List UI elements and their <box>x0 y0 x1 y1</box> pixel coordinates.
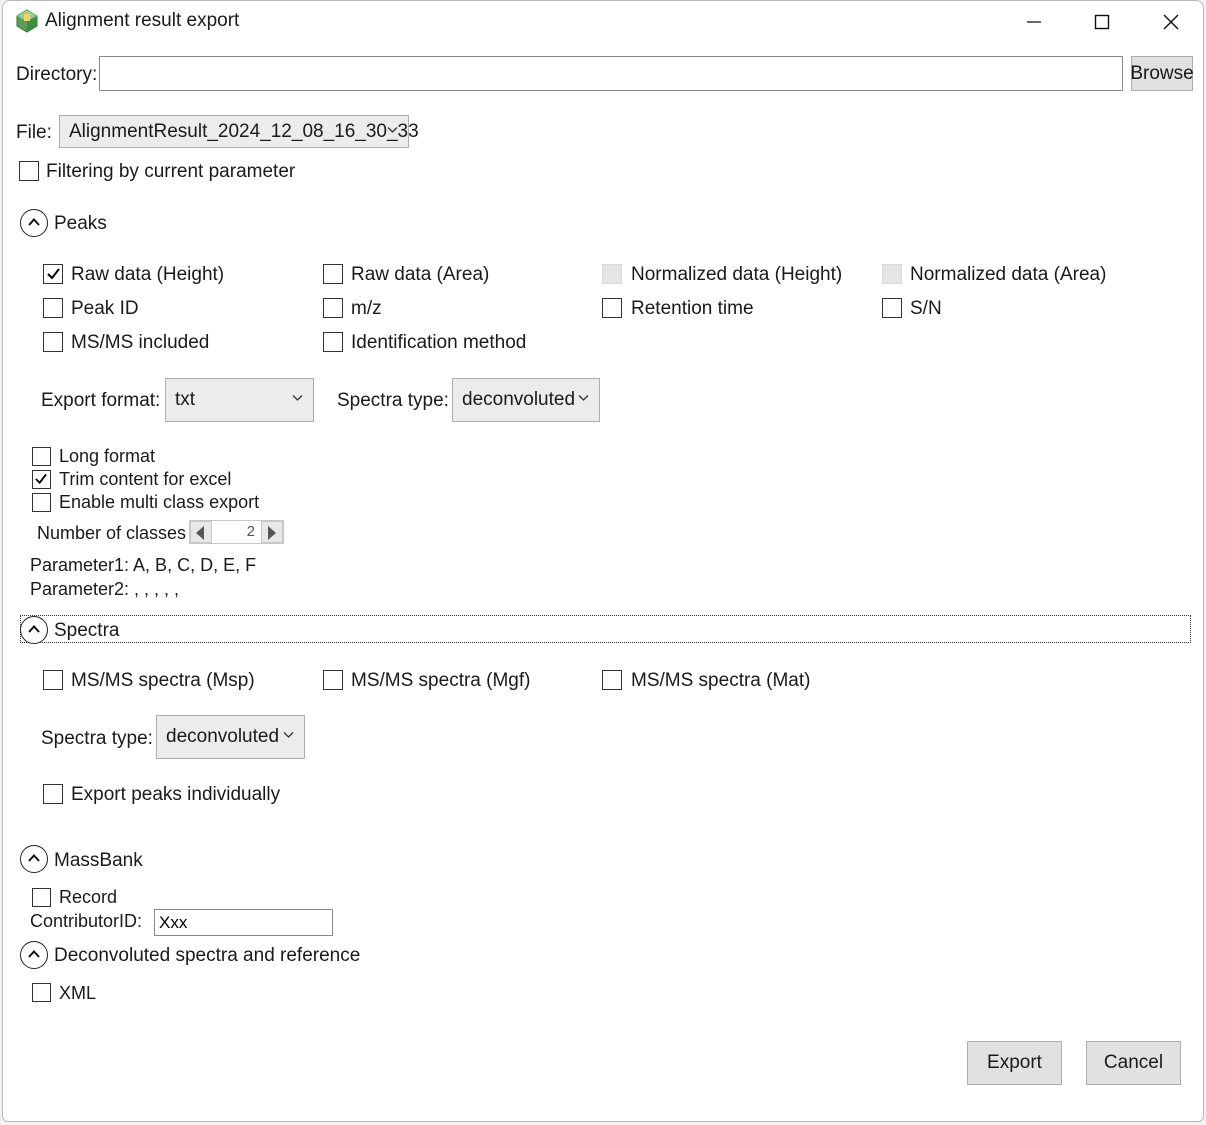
decrement-button[interactable] <box>190 521 212 543</box>
export-dialog: Alignment result export Directory: Brows… <box>2 0 1204 1122</box>
deconvoluted-header: Deconvoluted spectra and reference <box>54 945 361 966</box>
mz-checkbox[interactable] <box>323 298 343 318</box>
filtering-label: Filtering by current parameter <box>46 161 296 182</box>
arrow-left-icon <box>196 526 204 540</box>
peak-id-label: Peak ID <box>71 298 139 319</box>
chevron-up-icon <box>28 625 40 633</box>
file-select-value: AlignmentResult_2024_12_08_16_30_33 <box>69 120 419 142</box>
chevron-down-icon <box>283 732 294 738</box>
maximize-icon <box>1094 14 1110 30</box>
raw-height-checkbox[interactable] <box>43 264 63 284</box>
msms-included-label: MS/MS included <box>71 332 210 353</box>
num-classes-value[interactable]: 2 <box>247 523 255 540</box>
peaks-header: Peaks <box>54 213 107 234</box>
peaks-spectra-type-label: Spectra type: <box>337 390 449 411</box>
sn-checkbox[interactable] <box>882 298 902 318</box>
maximize-button[interactable] <box>1067 1 1137 43</box>
cancel-button[interactable]: Cancel <box>1086 1041 1181 1085</box>
num-classes-label: Number of classes <box>37 523 187 543</box>
checkmark-icon <box>35 473 47 485</box>
contributor-input-box[interactable] <box>154 909 333 936</box>
identification-method-checkbox[interactable] <box>323 332 343 352</box>
record-label: Record <box>59 887 118 907</box>
peaks-spectra-type-value: deconvoluted <box>462 389 576 410</box>
spectra-type-select[interactable]: deconvoluted <box>156 715 305 759</box>
xml-checkbox[interactable] <box>32 983 51 1002</box>
multi-class-label: Enable multi class export <box>59 492 260 512</box>
trim-excel-label: Trim content for excel <box>59 469 232 489</box>
chevron-up-icon <box>28 854 40 862</box>
chevron-down-icon <box>578 395 589 401</box>
export-format-value: txt <box>175 389 196 410</box>
spectra-header: Spectra <box>54 620 120 641</box>
directory-label: Directory: <box>16 64 98 85</box>
num-classes-stepper[interactable]: 2 <box>189 520 284 544</box>
normalized-area-label: Normalized data (Area) <box>910 264 1107 285</box>
parameter1-text: Parameter1: A, B, C, D, E, F <box>30 555 257 575</box>
msms-included-checkbox[interactable] <box>43 332 63 352</box>
mz-label: m/z <box>351 298 382 319</box>
chevron-up-icon <box>28 218 40 226</box>
window-title: Alignment result export <box>45 10 240 31</box>
file-select[interactable]: AlignmentResult_2024_12_08_16_30_33 <box>59 115 419 148</box>
directory-input-box[interactable] <box>99 56 1123 91</box>
peaks-spectra-type-select[interactable]: deconvoluted <box>452 378 600 422</box>
mat-checkbox[interactable] <box>602 670 622 690</box>
identification-method-label: Identification method <box>351 332 527 353</box>
arrow-right-icon <box>268 526 276 540</box>
chevron-down-icon <box>387 126 398 133</box>
msp-label: MS/MS spectra (Msp) <box>71 670 255 691</box>
raw-height-label: Raw data (Height) <box>71 264 225 285</box>
app-logo-icon <box>15 9 39 33</box>
xml-label: XML <box>59 983 97 1003</box>
export-individually-label: Export peaks individually <box>71 784 281 805</box>
chevron-down-icon <box>292 395 303 401</box>
title-bar[interactable]: Alignment result export <box>3 1 1203 43</box>
massbank-expander[interactable] <box>20 845 48 873</box>
export-format-label: Export format: <box>41 390 161 411</box>
browse-button[interactable]: Browse <box>1130 56 1194 91</box>
export-button[interactable]: Export <box>967 1041 1062 1085</box>
msp-checkbox[interactable] <box>43 670 63 690</box>
contributor-label: ContributorID: <box>30 911 143 931</box>
peak-id-checkbox[interactable] <box>43 298 63 318</box>
mgf-checkbox[interactable] <box>323 670 343 690</box>
sn-label: S/N <box>910 298 942 319</box>
peaks-expander[interactable] <box>20 209 48 237</box>
spectra-focus-outline <box>20 615 1191 643</box>
mgf-label: MS/MS spectra (Mgf) <box>351 670 531 691</box>
multi-class-checkbox[interactable] <box>32 493 51 512</box>
file-label: File: <box>16 122 52 143</box>
retention-time-label: Retention time <box>631 298 754 319</box>
directory-input[interactable] <box>100 57 1122 90</box>
trim-excel-checkbox[interactable] <box>32 470 51 489</box>
minimize-button[interactable] <box>999 1 1069 43</box>
export-individually-checkbox[interactable] <box>43 784 63 804</box>
increment-button[interactable] <box>261 521 283 543</box>
long-format-checkbox[interactable] <box>32 447 51 466</box>
long-format-label: Long format <box>59 446 156 466</box>
filtering-checkbox[interactable] <box>19 161 39 181</box>
record-checkbox[interactable] <box>32 888 51 907</box>
close-icon <box>1163 14 1179 30</box>
massbank-header: MassBank <box>54 850 143 871</box>
normalized-height-checkbox[interactable] <box>602 264 622 284</box>
normalized-height-label: Normalized data (Height) <box>631 264 843 285</box>
raw-area-label: Raw data (Area) <box>351 264 490 285</box>
spectra-type-value: deconvoluted <box>166 726 280 747</box>
spectra-type-label: Spectra type: <box>41 728 153 749</box>
chevron-up-icon <box>28 950 40 958</box>
mat-label: MS/MS spectra (Mat) <box>631 670 811 691</box>
parameter2-text: Parameter2: , , , , , <box>30 579 180 599</box>
normalized-area-checkbox[interactable] <box>882 264 902 284</box>
close-button[interactable] <box>1136 1 1203 43</box>
minimize-icon <box>1027 21 1041 23</box>
contributor-input[interactable] <box>155 910 332 935</box>
deconvoluted-expander[interactable] <box>20 941 48 969</box>
checkmark-icon <box>47 268 60 280</box>
export-format-select[interactable]: txt <box>165 378 314 422</box>
retention-time-checkbox[interactable] <box>602 298 622 318</box>
spectra-expander[interactable] <box>20 616 48 644</box>
raw-area-checkbox[interactable] <box>323 264 343 284</box>
